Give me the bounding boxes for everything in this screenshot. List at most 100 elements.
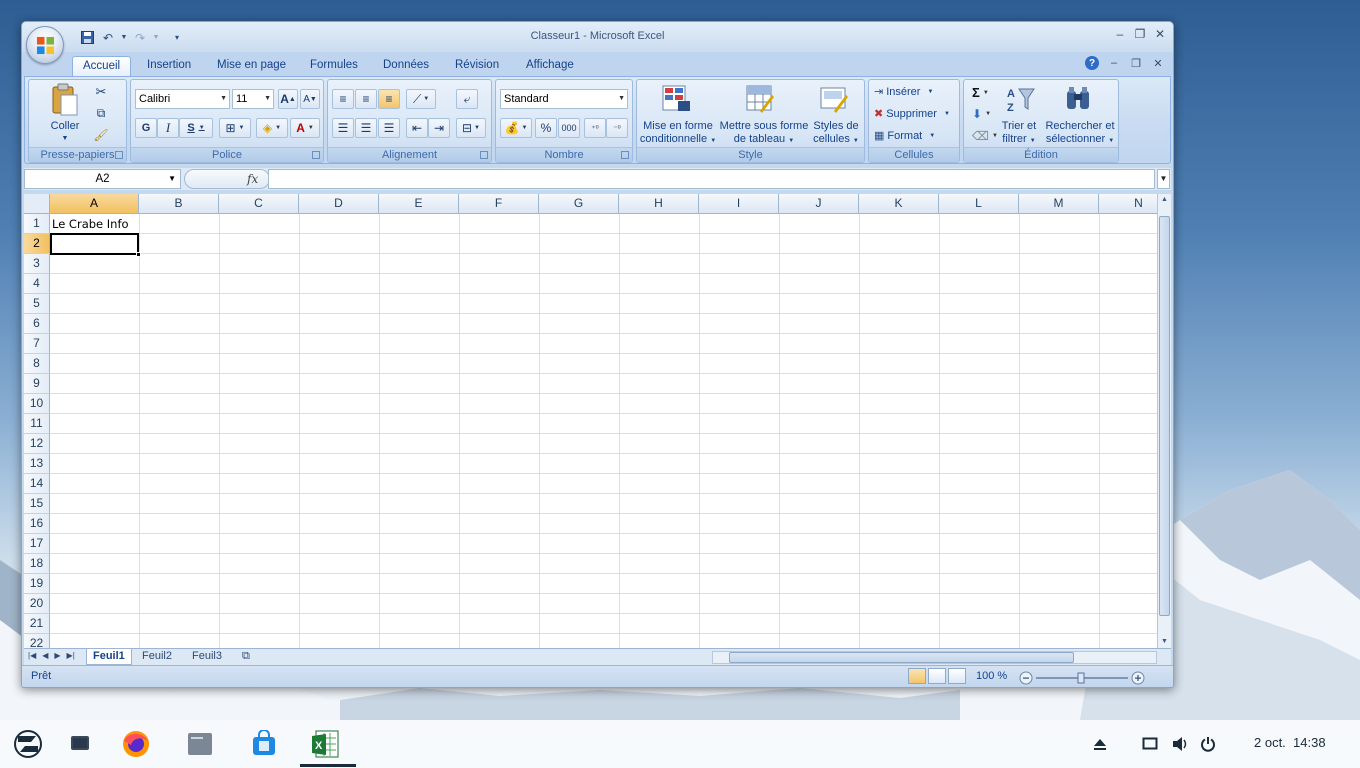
row-header-20[interactable]: 20: [24, 594, 50, 614]
fill-button[interactable]: ⬇ ▼: [972, 107, 991, 121]
sort-filter-icon[interactable]: AZ: [1004, 84, 1036, 114]
binoculars-icon[interactable]: [1062, 84, 1094, 114]
number-format-select[interactable]: Standard ▼: [500, 89, 628, 109]
column-header-l[interactable]: L: [939, 194, 1019, 214]
row-header-2[interactable]: 2: [24, 234, 50, 254]
paste-dropdown-icon[interactable]: ▼: [43, 132, 87, 145]
align-middle-button[interactable]: ≡: [355, 89, 377, 109]
column-header-j[interactable]: J: [779, 194, 859, 214]
row-header-9[interactable]: 9: [24, 374, 50, 394]
workbook-restore-icon[interactable]: ❐: [1129, 56, 1143, 70]
scroll-down-icon[interactable]: ▼: [1158, 636, 1171, 648]
merge-center-button[interactable]: ⊟ ▼: [456, 118, 486, 138]
horizontal-scroll-thumb[interactable]: [729, 652, 1074, 663]
column-header-k[interactable]: K: [859, 194, 939, 214]
clock[interactable]: 2 oct. 14:38: [1254, 735, 1326, 750]
volume-icon[interactable]: [1166, 728, 1194, 760]
paste-icon[interactable]: [49, 82, 81, 118]
copy-icon[interactable]: ⧉: [93, 105, 109, 121]
sheet-tab-feuil2[interactable]: Feuil2: [142, 649, 172, 665]
maximize-icon[interactable]: ❐: [1133, 26, 1147, 42]
save-icon[interactable]: [78, 29, 96, 47]
name-box[interactable]: A2 ▼: [24, 169, 181, 189]
tab-formules[interactable]: Formules: [300, 56, 368, 76]
workbook-minimize-icon[interactable]: –: [1107, 56, 1121, 70]
conditional-formatting-button[interactable]: Mise en forme conditionnelle ▼: [639, 120, 717, 148]
firefox-icon[interactable]: [120, 728, 152, 760]
prev-sheet-icon[interactable]: ◀: [42, 651, 48, 660]
column-header-c[interactable]: C: [219, 194, 299, 214]
delete-cells-button[interactable]: ✖ Supprimer ▼: [874, 107, 950, 121]
clipboard-launcher-icon[interactable]: [115, 151, 123, 159]
row-header-15[interactable]: 15: [24, 494, 50, 514]
autosum-button[interactable]: Σ ▼: [972, 85, 989, 100]
row-header-18[interactable]: 18: [24, 554, 50, 574]
row-header-16[interactable]: 16: [24, 514, 50, 534]
files-icon[interactable]: [184, 728, 216, 760]
increase-decimal-button[interactable]: ⁺⁰: [584, 118, 606, 138]
number-launcher-icon[interactable]: [621, 151, 629, 159]
normal-view-icon[interactable]: [908, 668, 926, 684]
column-header-b[interactable]: B: [139, 194, 219, 214]
cell-a1[interactable]: Le Crabe Info: [52, 217, 129, 231]
next-sheet-icon[interactable]: ▶: [54, 651, 60, 660]
row-header-21[interactable]: 21: [24, 614, 50, 634]
column-header-d[interactable]: D: [299, 194, 379, 214]
italic-button[interactable]: I: [157, 118, 179, 138]
format-as-table-icon[interactable]: [745, 84, 777, 114]
row-header-6[interactable]: 6: [24, 314, 50, 334]
row-header-7[interactable]: 7: [24, 334, 50, 354]
customize-qat-icon[interactable]: ▾: [171, 29, 183, 47]
row-header-17[interactable]: 17: [24, 534, 50, 554]
undo-dropdown-icon[interactable]: ▼: [120, 29, 128, 47]
row-header-10[interactable]: 10: [24, 394, 50, 414]
row-header-19[interactable]: 19: [24, 574, 50, 594]
row-header-11[interactable]: 11: [24, 414, 50, 434]
conditional-formatting-icon[interactable]: [661, 84, 693, 114]
zoom-slider[interactable]: [1018, 670, 1146, 686]
format-painter-icon[interactable]: 🖌: [93, 127, 109, 143]
thousands-button[interactable]: 000: [558, 118, 580, 138]
column-header-f[interactable]: F: [459, 194, 539, 214]
cell-styles-button[interactable]: Styles de cellules ▼: [809, 120, 863, 148]
cut-icon[interactable]: ✂: [93, 84, 109, 100]
select-all-button[interactable]: [24, 194, 50, 214]
wrap-text-button[interactable]: ⤶: [456, 89, 478, 109]
column-header-n[interactable]: N: [1099, 194, 1157, 214]
row-header-22[interactable]: 22: [24, 634, 50, 648]
font-name-select[interactable]: Calibri ▼: [135, 89, 230, 109]
close-icon[interactable]: ✕: [1153, 26, 1167, 42]
row-header-1[interactable]: 1: [24, 214, 50, 234]
font-launcher-icon[interactable]: [312, 151, 320, 159]
office-button[interactable]: [26, 26, 64, 64]
tab-revision[interactable]: Révision: [445, 56, 509, 76]
tab-accueil[interactable]: Accueil: [72, 56, 132, 76]
row-header-8[interactable]: 8: [24, 354, 50, 374]
tab-mise-en-page[interactable]: Mise en page: [207, 56, 296, 76]
underline-button[interactable]: S ▼: [179, 118, 213, 138]
column-header-h[interactable]: H: [619, 194, 699, 214]
row-header-13[interactable]: 13: [24, 454, 50, 474]
zoom-level[interactable]: 100 %: [976, 670, 1007, 682]
column-header-e[interactable]: E: [379, 194, 459, 214]
zorin-menu-icon[interactable]: [12, 728, 44, 760]
workspace-switcher-icon[interactable]: [64, 728, 96, 760]
screen-icon[interactable]: [1136, 728, 1164, 760]
tab-affichage[interactable]: Affichage: [516, 56, 584, 76]
orientation-button[interactable]: ⟋ ▼: [406, 89, 436, 109]
last-sheet-icon[interactable]: ▶|: [67, 651, 75, 660]
grow-font-button[interactable]: A ▲: [278, 89, 298, 109]
sheet-tab-feuil1[interactable]: Feuil1: [86, 649, 132, 665]
scroll-up-icon[interactable]: ▲: [1158, 194, 1171, 206]
formula-input[interactable]: [268, 169, 1155, 189]
cell-styles-icon[interactable]: [819, 84, 851, 114]
column-header-g[interactable]: G: [539, 194, 619, 214]
redo-icon[interactable]: ↷: [131, 29, 149, 47]
font-size-select[interactable]: 11 ▼: [232, 89, 274, 109]
accounting-format-button[interactable]: 💰 ▼: [500, 118, 532, 138]
eject-icon[interactable]: [1086, 728, 1114, 760]
insert-cells-button[interactable]: ⇥ Insérer ▼: [874, 85, 933, 99]
software-store-icon[interactable]: [248, 728, 280, 760]
page-layout-view-icon[interactable]: [928, 668, 946, 684]
find-select-button[interactable]: Rechercher et sélectionner ▼: [1042, 120, 1118, 148]
